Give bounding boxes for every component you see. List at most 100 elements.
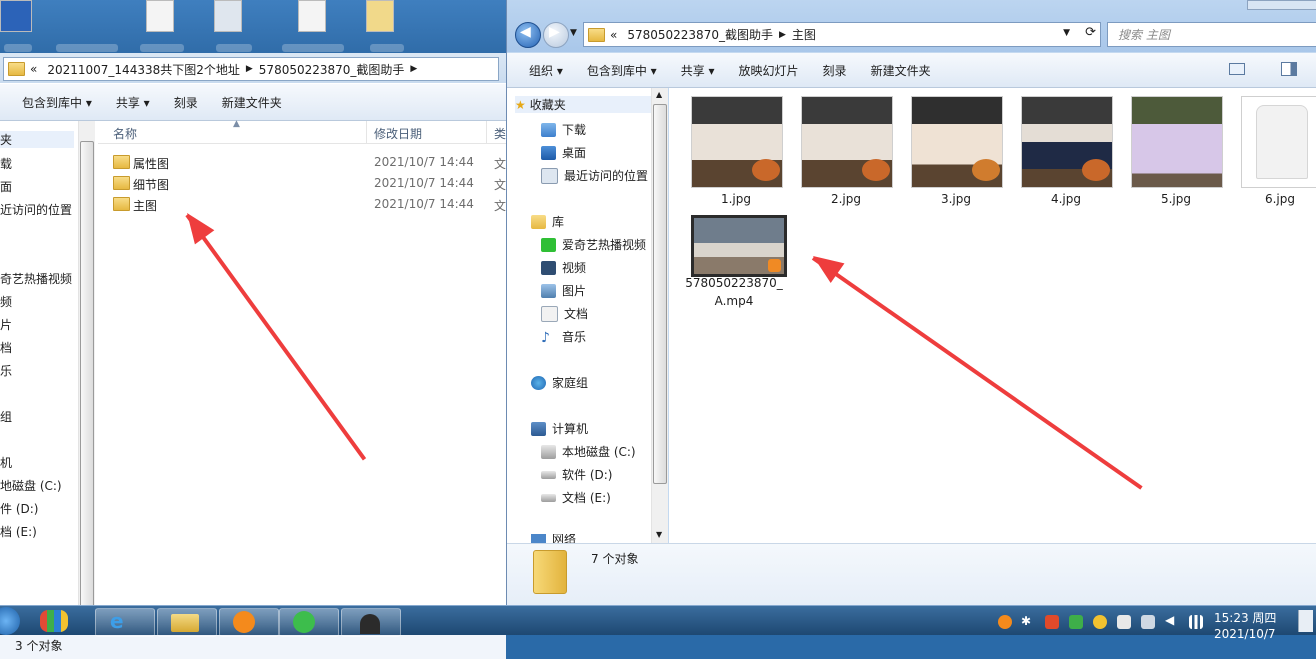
nav-item-desktop[interactable]: 面: [0, 178, 12, 195]
breadcrumb-overflow[interactable]: «: [25, 62, 42, 76]
search-input[interactable]: 搜索 主图: [1118, 26, 1170, 43]
file-name-line1[interactable]: 578050223870_: [679, 274, 789, 292]
tray-app-icon[interactable]: [1045, 615, 1059, 629]
nav-item-drive-e[interactable]: 文档 (E:): [541, 489, 611, 506]
nav-item-pictures[interactable]: 片: [0, 316, 12, 333]
column-header-type[interactable]: 类: [494, 125, 506, 142]
scrollbar-thumb[interactable]: [80, 141, 94, 619]
slideshow-button[interactable]: 放映幻灯片: [727, 62, 811, 79]
nav-item-drive-c[interactable]: 本地磁盘 (C:): [541, 443, 636, 460]
file-name[interactable]: 5.jpg: [1121, 190, 1231, 208]
nav-item-favorites[interactable]: ★ 收藏夹: [515, 96, 651, 113]
change-view-icon[interactable]: [1229, 63, 1245, 75]
image-thumbnail[interactable]: [1241, 96, 1316, 188]
preview-pane-icon[interactable]: [1281, 62, 1297, 76]
search-box[interactable]: 搜索 主图: [1107, 22, 1316, 47]
nav-item-iqiyi[interactable]: 爱奇艺热播视频: [541, 236, 646, 253]
nav-item-documents[interactable]: 档: [0, 339, 12, 356]
image-thumbnail[interactable]: [1021, 96, 1113, 188]
colorful-app-icon[interactable]: [40, 610, 68, 632]
column-divider[interactable]: [366, 121, 367, 143]
show-desktop-button[interactable]: [1298, 610, 1313, 632]
nav-item-drive-d[interactable]: 软件 (D:): [541, 466, 612, 483]
nav-item-computer[interactable]: 计算机: [531, 420, 588, 437]
tray-download-icon[interactable]: [998, 615, 1012, 629]
breadcrumb-separator-icon[interactable]: ▶: [245, 64, 254, 74]
nav-item-downloads[interactable]: 载: [0, 155, 12, 172]
window-control-buttons[interactable]: [1247, 0, 1316, 10]
tray-app-icon[interactable]: [1069, 615, 1083, 629]
address-bar[interactable]: « 20211007_144338共下图2个地址 ▶ 578050223870_…: [3, 57, 499, 81]
image-thumbnail[interactable]: [911, 96, 1003, 188]
breadcrumb-overflow[interactable]: «: [605, 28, 622, 42]
scroll-down-icon[interactable]: ▼: [656, 530, 662, 539]
nav-scrollbar[interactable]: [78, 121, 95, 627]
share-button[interactable]: 共享 ▾: [669, 62, 727, 79]
tray-bluetooth-icon[interactable]: ✱: [1021, 614, 1035, 628]
desktop-icon[interactable]: [298, 0, 326, 32]
file-name[interactable]: 1.jpg: [681, 190, 791, 208]
refresh-icon[interactable]: ⟳: [1085, 25, 1096, 40]
nav-item-libraries[interactable]: 库: [531, 213, 564, 230]
breadcrumb-separator-icon[interactable]: ▶: [409, 64, 418, 74]
share-button[interactable]: 共享 ▾: [104, 94, 162, 111]
column-header-name[interactable]: 名称: [113, 125, 137, 142]
nav-item-music[interactable]: ♪ 音乐: [541, 328, 586, 346]
new-folder-button[interactable]: 新建文件夹: [210, 94, 294, 111]
desktop-icon[interactable]: [146, 0, 174, 32]
nav-item-computer[interactable]: 机: [0, 454, 12, 471]
taskbar-ie-button[interactable]: [95, 608, 155, 637]
tray-power-icon[interactable]: [1141, 615, 1155, 629]
breadcrumb-item[interactable]: 578050223870_截图助手: [254, 61, 410, 78]
file-row[interactable]: 主图 2021/10/7 14:44 文: [113, 194, 506, 214]
desktop-icon[interactable]: [366, 0, 394, 32]
nav-item-drive-d[interactable]: 件 (D:): [0, 500, 38, 517]
file-name[interactable]: 4.jpg: [1011, 190, 1121, 208]
image-thumbnail[interactable]: [691, 96, 783, 188]
file-row[interactable]: 属性图 2021/10/7 14:44 文: [113, 152, 506, 172]
file-name-line2[interactable]: A.mp4: [679, 292, 789, 310]
include-in-library-button[interactable]: 包含到库中 ▾: [0, 94, 104, 111]
column-header-date[interactable]: 修改日期: [374, 125, 422, 142]
image-thumbnail[interactable]: [1131, 96, 1223, 188]
tray-network-signal-icon[interactable]: [1189, 615, 1203, 629]
scrollbar-thumb[interactable]: [653, 104, 667, 484]
nav-item-videos[interactable]: 频: [0, 293, 12, 310]
address-dropdown-icon[interactable]: ▼: [1063, 28, 1070, 38]
nav-item-drive-c[interactable]: 地磁盘 (C:): [0, 477, 62, 494]
desktop-icon[interactable]: [214, 0, 242, 32]
file-name[interactable]: 3.jpg: [901, 190, 1011, 208]
nav-item-downloads[interactable]: 下载: [541, 121, 586, 138]
image-thumbnail[interactable]: [801, 96, 893, 188]
column-divider[interactable]: [486, 121, 487, 143]
taskbar-clock[interactable]: 15:23 周四 2021/10/7: [1214, 610, 1276, 642]
burn-button[interactable]: 刻录: [162, 94, 210, 111]
nav-item-recent[interactable]: 近访问的位置: [0, 201, 72, 218]
breadcrumb-separator-icon[interactable]: ▶: [778, 30, 787, 40]
start-button[interactable]: [0, 607, 20, 635]
nav-item-homegroup[interactable]: 组: [0, 408, 12, 425]
tray-notification-icon[interactable]: [1117, 615, 1131, 629]
organize-button[interactable]: 组织 ▾: [507, 62, 575, 79]
nav-item-videos[interactable]: 视频: [541, 259, 586, 276]
tray-qq-icon[interactable]: [1093, 615, 1107, 629]
tray-volume-icon[interactable]: ◀: [1165, 613, 1179, 627]
nav-scrollbar[interactable]: ▲ ▼: [651, 88, 668, 543]
recent-pages-chevron-icon[interactable]: ▼: [570, 28, 577, 38]
nav-item-iqiyi[interactable]: 奇艺热播视频: [0, 270, 72, 287]
nav-item-desktop[interactable]: 桌面: [541, 144, 586, 161]
nav-item-music[interactable]: 乐: [0, 362, 12, 379]
file-name[interactable]: 2.jpg: [791, 190, 901, 208]
nav-item-homegroup[interactable]: 家庭组: [531, 374, 588, 391]
video-thumbnail[interactable]: [691, 215, 787, 277]
file-name[interactable]: 6.jpg: [1225, 190, 1316, 208]
nav-item-favorites[interactable]: 夹: [0, 131, 74, 148]
nav-item-documents[interactable]: 文档: [541, 305, 588, 322]
nav-item-drive-e[interactable]: 档 (E:): [0, 523, 37, 540]
breadcrumb-item[interactable]: 主图: [787, 26, 821, 43]
nav-item-recent[interactable]: 最近访问的位置: [541, 167, 648, 184]
new-folder-button[interactable]: 新建文件夹: [859, 62, 943, 79]
burn-button[interactable]: 刻录: [811, 62, 859, 79]
address-bar[interactable]: « 578050223870_截图助手 ▶ 主图 ▼ ⟳: [583, 22, 1101, 47]
nav-item-network[interactable]: 网络: [531, 534, 576, 543]
